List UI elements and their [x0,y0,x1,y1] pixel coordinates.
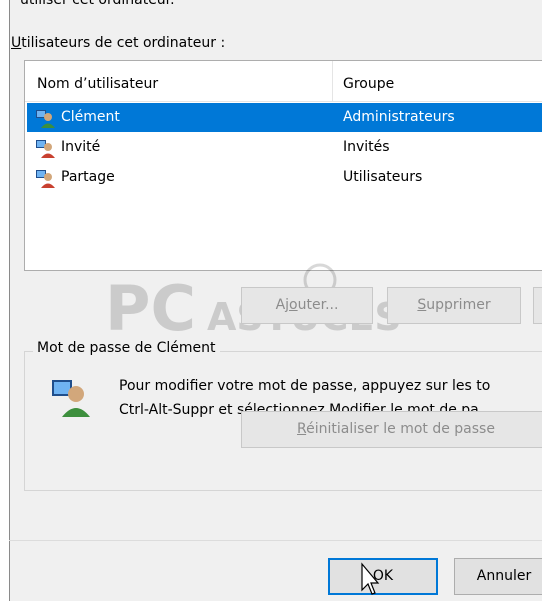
table-row[interactable]: Clément Administrateurs [27,103,542,132]
users-label-accesskey: U [11,35,22,51]
row-group: Invités [343,139,390,155]
user-icon [36,140,55,158]
reset-password-button[interactable]: Réinitialiser le mot de passe [241,411,542,448]
listview-header: Nom d’utilisateur Groupe [25,61,542,102]
add-button[interactable]: Ajouter... [241,287,373,324]
users-listview[interactable]: Nom d’utilisateur Groupe Clément Adminis… [24,60,542,271]
remove-button-accesskey: S [417,297,427,313]
add-button-accesskey: o [289,297,298,313]
properties-button-partial[interactable] [533,287,542,324]
users-label-rest: tilisateurs de cet ordinateur : [21,35,226,51]
mouse-cursor-icon [361,562,380,595]
add-button-pre: Aj [275,297,290,313]
password-group-title: Mot de passe de Clément [33,340,220,356]
footer-separator [9,540,542,541]
column-separator[interactable] [332,61,333,101]
password-instructions-line1: Pour modifier votre mot de passe, appuye… [119,378,491,394]
add-button-post: uter... [297,297,339,313]
column-header-username[interactable]: Nom d’utilisateur [37,61,158,101]
reset-button-accesskey: R [297,421,307,437]
row-username: Invité [61,139,101,155]
user-admin-icon [36,110,55,128]
user-key-icon [52,380,90,417]
remove-button-post: upprimer [426,297,491,313]
dialog-edge [9,0,10,601]
reset-button-post: éinitialiser le mot de passe [306,421,495,437]
table-row[interactable]: Partage Utilisateurs [27,163,542,192]
row-group: Administrateurs [343,109,455,125]
column-header-group[interactable]: Groupe [343,61,394,101]
remove-button[interactable]: Supprimer [387,287,521,324]
user-icon [36,170,55,188]
users-section-label: Utilisateurs de cet ordinateur : [11,35,225,51]
row-username: Partage [61,169,115,185]
table-row[interactable]: Invité Invités [27,133,542,162]
cancel-button[interactable]: Annuler [454,558,542,595]
row-group: Utilisateurs [343,169,423,185]
ok-button[interactable]: OK [328,558,438,595]
top-cut-text: utiliser cet ordinateur. [20,0,175,8]
row-username: Clément [61,109,120,125]
